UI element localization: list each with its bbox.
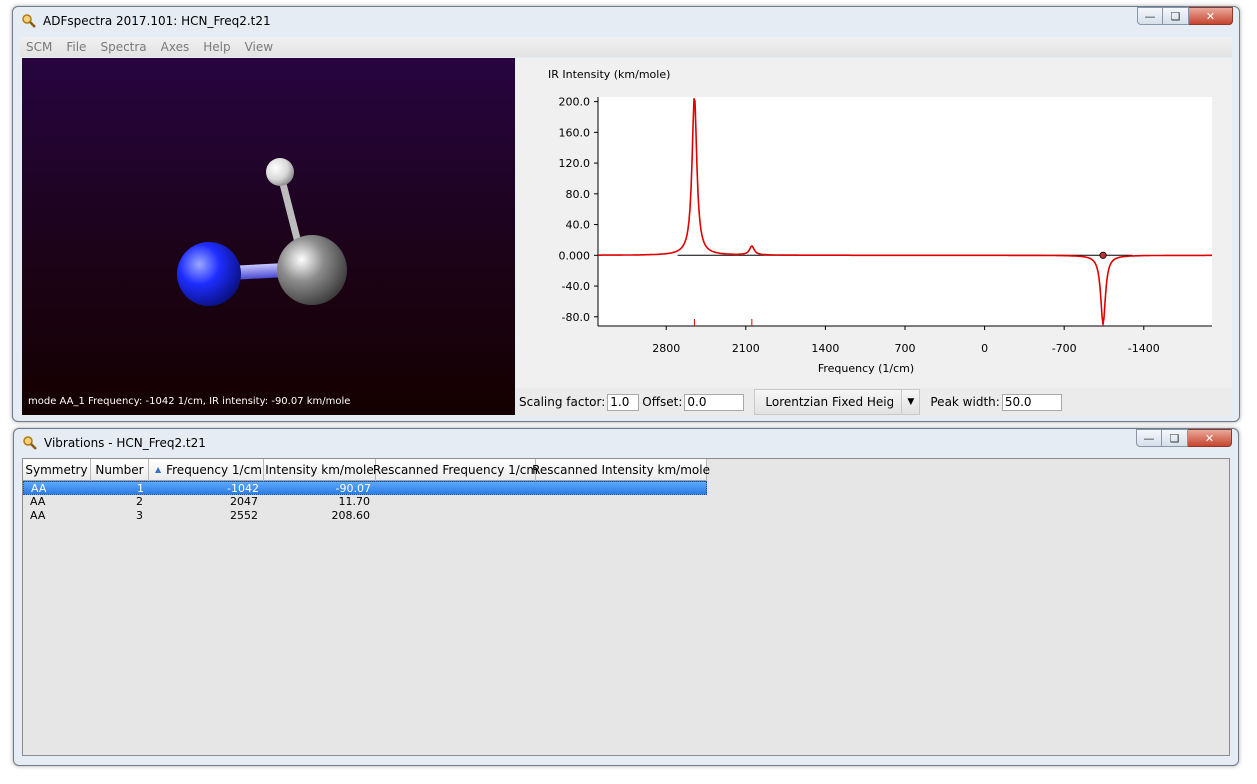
menu-view[interactable]: View bbox=[245, 40, 273, 54]
column-rescanned-frequency[interactable]: Rescanned Frequency 1/cm bbox=[373, 459, 538, 481]
y-tick-label: 120.0 bbox=[559, 157, 591, 170]
y-tick-label: 0.000 bbox=[559, 249, 591, 262]
x-tick-label: -1400 bbox=[1128, 342, 1160, 355]
nitrogen-atom bbox=[177, 242, 241, 306]
y-ticks: 200.0 160.0 120.0 80.0 40.0 0.000 -40.0 -80.0 bbox=[559, 96, 598, 324]
column-intensity[interactable]: Intensity km/mole bbox=[264, 459, 376, 481]
magnifier-icon bbox=[22, 435, 38, 451]
restore-icon: ❏ bbox=[1170, 9, 1181, 23]
y-tick-label: -80.0 bbox=[562, 311, 590, 324]
x-tick-label: 0 bbox=[981, 342, 988, 355]
magnifier-icon bbox=[21, 13, 37, 29]
cell-frequency: 2552 bbox=[230, 509, 258, 522]
molecule-render bbox=[177, 158, 347, 306]
y-tick-label: 80.0 bbox=[566, 188, 591, 201]
y-tick-label: 40.0 bbox=[566, 219, 591, 232]
x-tick-label: 2100 bbox=[732, 342, 760, 355]
menubar: SCM File Spectra Axes Help View bbox=[20, 37, 1232, 57]
x-tick-label: 1400 bbox=[811, 342, 839, 355]
minimize-icon: — bbox=[1143, 431, 1155, 445]
molecule-viewer[interactable]: mode AA_1 Frequency: -1042 1/cm, IR inte… bbox=[22, 58, 515, 415]
offset-input[interactable]: 0.0 bbox=[684, 393, 745, 411]
x-ticks: 2800 2100 1400 700 0 -700 -1400 bbox=[652, 326, 1160, 355]
table-row[interactable]: AA 1 -1042 -90.07 bbox=[23, 481, 707, 495]
vibrations-table: Symmetry Number ▲ Frequency 1/cm Intensi… bbox=[22, 458, 1230, 756]
cell-intensity: 208.60 bbox=[331, 509, 371, 522]
offset-label: Offset: bbox=[642, 395, 683, 409]
selected-peak-marker[interactable] bbox=[1099, 251, 1107, 259]
column-number[interactable]: Number bbox=[91, 459, 149, 481]
lineshape-value: Lorentzian Fixed Heigh bbox=[765, 395, 894, 409]
dropdown-arrow-icon[interactable]: ▼ bbox=[901, 390, 919, 414]
vibrations-titlebar[interactable]: Vibrations - HCN_Freq2.t21 bbox=[14, 429, 1238, 457]
cell-symmetry: AA bbox=[30, 495, 46, 508]
carbon-atom bbox=[277, 235, 347, 305]
minimize-button[interactable]: — bbox=[1137, 7, 1163, 25]
vibrations-window-title: Vibrations - HCN_Freq2.t21 bbox=[44, 436, 206, 450]
cell-number: 1 bbox=[137, 482, 144, 494]
x-axis-label: Frequency (1/cm) bbox=[818, 362, 914, 375]
spectrum-plot[interactable]: IR Intensity (km/mole) Frequency (1/cm) … bbox=[516, 58, 1232, 388]
menu-file[interactable]: File bbox=[66, 40, 86, 54]
x-tick-label: -700 bbox=[1052, 342, 1077, 355]
cell-intensity: 11.70 bbox=[338, 495, 371, 508]
peak-width-input[interactable]: 50.0 bbox=[1001, 393, 1062, 411]
table-row[interactable]: AA 3 2552 208.60 bbox=[23, 509, 707, 523]
peak-width-label: Peak width: bbox=[930, 395, 1000, 409]
y-axis-label: IR Intensity (km/mole) bbox=[548, 68, 670, 81]
y-tick-label: 200.0 bbox=[559, 96, 591, 109]
column-frequency[interactable]: ▲ Frequency 1/cm bbox=[149, 459, 264, 481]
table-header: Symmetry Number ▲ Frequency 1/cm Intensi… bbox=[23, 459, 710, 481]
column-symmetry[interactable]: Symmetry bbox=[23, 459, 91, 481]
cell-frequency: -1042 bbox=[227, 482, 259, 494]
vib-close-button[interactable]: ✕ bbox=[1188, 429, 1232, 447]
close-button[interactable]: ✕ bbox=[1189, 7, 1233, 25]
lineshape-select[interactable]: Lorentzian Fixed Heigh ▼ bbox=[754, 389, 921, 415]
main-titlebar[interactable]: ADFspectra 2017.101: HCN_Freq2.t21 bbox=[13, 7, 1239, 35]
column-rescanned-intensity[interactable]: Rescanned Intensity km/mole bbox=[532, 459, 710, 481]
spectrum-controls: Scaling factor: 1.0 Offset: 0.0 Lorentzi… bbox=[516, 388, 1232, 416]
sort-ascending-icon: ▲ bbox=[155, 465, 162, 474]
vib-maximize-button[interactable]: ❏ bbox=[1162, 429, 1188, 447]
main-window-title: ADFspectra 2017.101: HCN_Freq2.t21 bbox=[43, 14, 271, 28]
y-tick-label: 160.0 bbox=[559, 126, 591, 139]
table-row[interactable]: AA 2 2047 11.70 bbox=[23, 495, 707, 509]
vibrations-window-controls: — ❏ ✕ bbox=[1136, 429, 1232, 447]
maximize-button[interactable]: ❏ bbox=[1163, 7, 1189, 25]
y-tick-label: -40.0 bbox=[562, 280, 590, 293]
vibration-status: mode AA_1 Frequency: -1042 1/cm, IR inte… bbox=[28, 396, 351, 407]
hydrogen-atom bbox=[266, 158, 294, 186]
menu-help[interactable]: Help bbox=[203, 40, 230, 54]
menu-scm[interactable]: SCM bbox=[26, 40, 52, 54]
cell-intensity: -90.07 bbox=[335, 482, 371, 494]
cell-symmetry: AA bbox=[30, 509, 46, 522]
restore-icon: ❏ bbox=[1169, 431, 1180, 445]
close-icon: ✕ bbox=[1205, 9, 1216, 23]
x-tick-label: 2800 bbox=[652, 342, 680, 355]
scaling-factor-input[interactable]: 1.0 bbox=[607, 393, 640, 411]
column-frequency-label: Frequency 1/cm bbox=[166, 463, 262, 477]
cell-symmetry: AA bbox=[31, 482, 47, 494]
vib-minimize-button[interactable]: — bbox=[1136, 429, 1162, 447]
cell-frequency: 2047 bbox=[230, 495, 258, 508]
x-tick-label: 700 bbox=[895, 342, 916, 355]
minimize-icon: — bbox=[1144, 9, 1156, 23]
menu-spectra[interactable]: Spectra bbox=[100, 40, 146, 54]
main-window-controls: — ❏ ✕ bbox=[1137, 7, 1233, 25]
close-icon: ✕ bbox=[1204, 431, 1215, 445]
spectrum-chart: IR Intensity (km/mole) Frequency (1/cm) … bbox=[548, 68, 1212, 375]
scaling-factor-label: Scaling factor: bbox=[519, 395, 606, 409]
cell-number: 3 bbox=[136, 509, 143, 522]
cell-number: 2 bbox=[136, 495, 143, 508]
menu-axes[interactable]: Axes bbox=[161, 40, 190, 54]
